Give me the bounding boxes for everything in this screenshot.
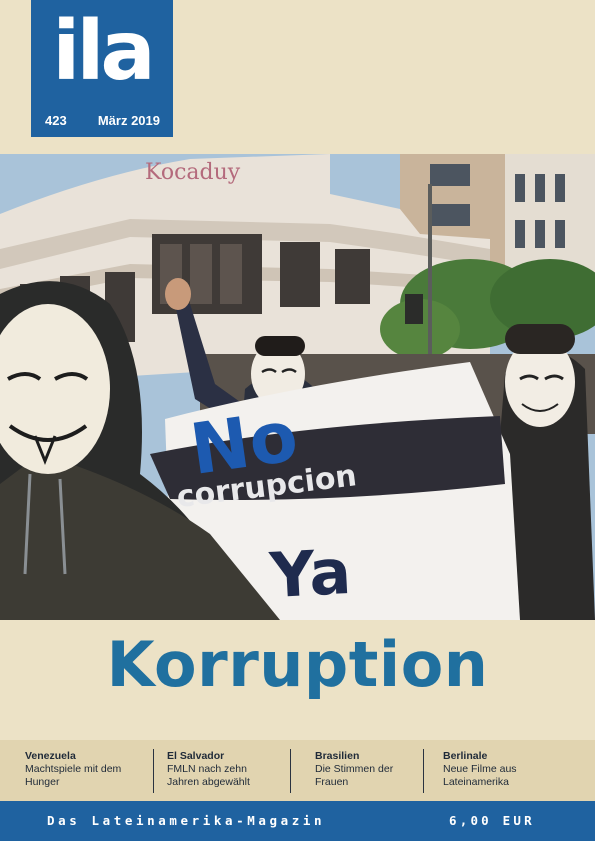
issue-number: 423: [45, 113, 67, 128]
banner-line-3: Ya: [267, 535, 353, 612]
masthead-logo-box: ila 423 März 2019: [31, 0, 173, 137]
teaser-subtitle: Die Stimmen der Frauen: [315, 763, 394, 788]
cover-price: 6,00 EUR: [449, 813, 535, 828]
teaser-el-salvador[interactable]: El Salvador FMLN nach zehn Jahren abgewä…: [167, 750, 259, 794]
logo: ila: [52, 4, 156, 99]
teaser-title: Brasilien: [315, 750, 360, 762]
teaser-venezuela[interactable]: Venezuela Machtspiele mit dem Hunger: [25, 750, 143, 794]
teaser-subtitle: Neue Filme aus Lateinamerika: [443, 763, 517, 788]
teaser-title: Berlinale: [443, 750, 488, 762]
teaser-brasilien[interactable]: Brasilien Die Stimmen der Frauen: [315, 750, 397, 794]
building-sign: Kocaduy: [145, 160, 241, 185]
teaser-berlinale[interactable]: Berlinale Neue Filme aus Lateinamerika: [443, 750, 533, 794]
cover-photo: Kocaduy No corrupcion Ya: [0, 154, 595, 620]
teaser-divider: [290, 749, 291, 793]
teaser-subtitle: FMLN nach zehn Jahren abgewählt: [167, 763, 250, 788]
cover-headline: Korruption: [106, 628, 489, 701]
issue-date: März 2019: [97, 113, 160, 128]
teaser-title: El Salvador: [167, 750, 225, 762]
teaser-subtitle: Machtspiele mit dem Hunger: [25, 763, 122, 788]
footer-tagline: Das Lateinamerika-Magazin: [47, 813, 326, 828]
teaser-divider: [153, 749, 154, 793]
teaser-band: Venezuela Machtspiele mit dem Hunger El …: [0, 740, 595, 801]
teaser-title: Venezuela: [25, 750, 76, 762]
teaser-divider: [423, 749, 424, 793]
footer-bar: Das Lateinamerika-Magazin 6,00 EUR: [0, 801, 595, 841]
